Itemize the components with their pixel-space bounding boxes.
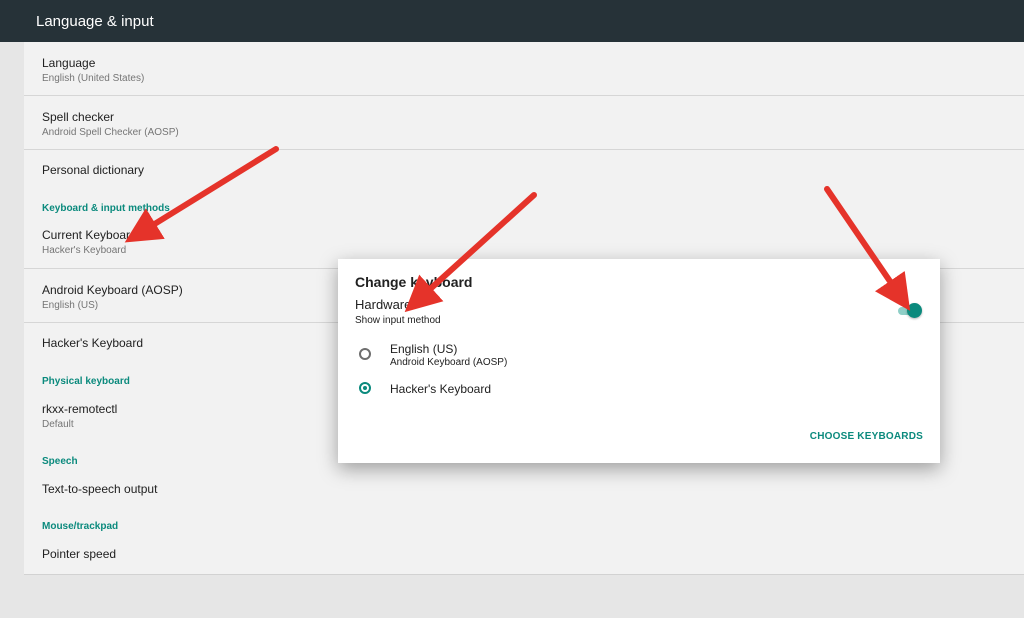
- hardware-summary: Show input method: [355, 315, 441, 326]
- dialog-title: Change keyboard: [355, 274, 473, 290]
- option-hackers-keyboard[interactable]: Hacker's Keyboard: [355, 377, 915, 407]
- hardware-title: Hardware: [355, 297, 412, 312]
- option-english-us[interactable]: English (US) Android Keyboard (AOSP): [355, 339, 915, 369]
- choose-keyboards-button[interactable]: CHOOSE KEYBOARDS: [810, 431, 923, 442]
- option-english-us-summary: Android Keyboard (AOSP): [390, 357, 508, 368]
- radio-checked-icon[interactable]: [359, 382, 371, 394]
- option-english-us-title: English (US): [390, 342, 458, 356]
- change-keyboard-dialog: Change keyboard Hardware Show input meth…: [338, 259, 940, 463]
- option-hackers-keyboard-title: Hacker's Keyboard: [390, 382, 492, 396]
- switch-on-icon: [907, 303, 922, 318]
- hardware-switch[interactable]: [896, 303, 922, 319]
- radio-unchecked-icon[interactable]: [359, 348, 371, 360]
